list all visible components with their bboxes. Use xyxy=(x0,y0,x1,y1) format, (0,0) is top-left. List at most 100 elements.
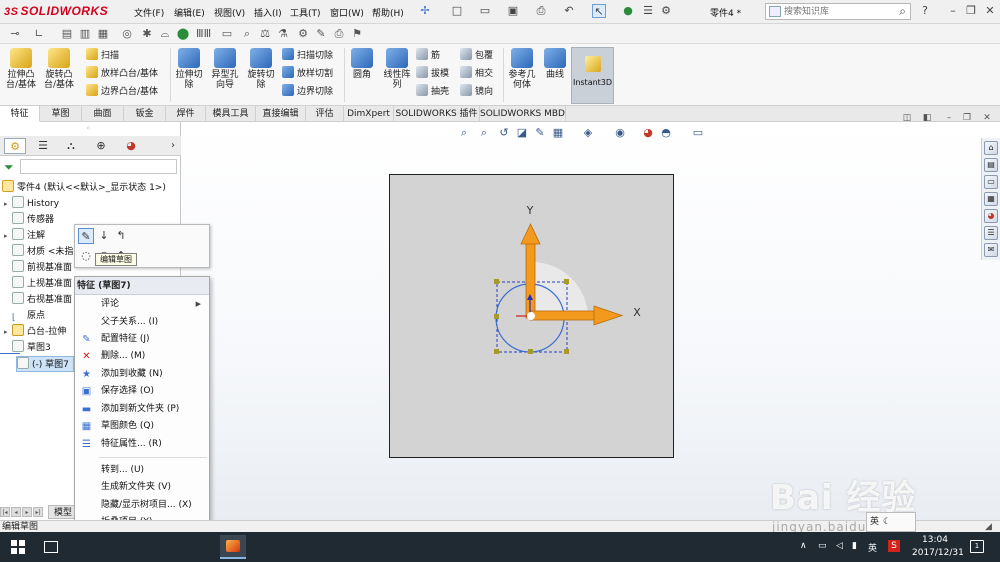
menu-tools[interactable]: 工具(T) xyxy=(290,6,321,19)
tab-weldments[interactable]: 焊件 xyxy=(166,106,206,122)
viewport-close-icon[interactable]: ✕ xyxy=(980,112,994,124)
quick-tool-16-icon[interactable]: ✎ xyxy=(314,27,328,41)
battery-icon[interactable]: ▮ xyxy=(852,541,857,551)
scroll-last-icon[interactable]: ▸| xyxy=(33,507,43,517)
menu-item-save-selection[interactable]: ▣ 保存选择 (O) xyxy=(75,383,209,400)
draft-button[interactable]: 拔模 xyxy=(416,66,449,82)
tab-dimxpert[interactable]: DimXpert xyxy=(344,106,394,122)
tab-mold-tools[interactable]: 模具工具 xyxy=(206,106,256,122)
hide-eye-icon[interactable]: ◌ xyxy=(78,248,94,264)
clock-date[interactable]: 2017/12/31 xyxy=(912,548,964,558)
edit-sketch-icon[interactable]: ✎ xyxy=(78,228,94,244)
extrude-cut-button[interactable]: 拉伸切 除 xyxy=(172,48,206,90)
notification-center-icon[interactable]: 1 xyxy=(970,540,984,553)
expand-arrow-icon[interactable]: ▸ xyxy=(4,324,12,340)
revolve-cut-button[interactable]: 旋转切 除 xyxy=(244,48,278,90)
menu-view[interactable]: 视图(V) xyxy=(214,6,245,19)
handle-point[interactable] xyxy=(494,279,499,284)
instant3d-button[interactable]: Instant3D xyxy=(571,47,614,104)
revolve-boss-button[interactable]: 旋转凸 台/基体 xyxy=(42,48,76,90)
quick-tool-8-icon[interactable]: ⌓ xyxy=(158,27,172,41)
display-style-icon[interactable]: ◈ xyxy=(581,126,595,140)
tree-item-origin[interactable]: ⌊ 原点 xyxy=(4,308,45,324)
menu-item-sketch-color[interactable]: ▦ 草图颜色 (Q) xyxy=(75,418,209,435)
dimxpert-manager-tab-icon[interactable]: ⊕ xyxy=(90,138,112,154)
menu-item-add-to-new-folder[interactable]: ▬ 添加到新文件夹 (P) xyxy=(75,401,209,418)
viewport-restore-icon[interactable]: ❐ xyxy=(960,112,974,124)
sketch-canvas[interactable]: Y X xyxy=(389,174,674,458)
menu-insert[interactable]: 插入(I) xyxy=(254,6,282,19)
task-view-icon[interactable] xyxy=(44,541,58,553)
wrap-button[interactable]: 包覆 xyxy=(460,48,493,64)
boundary-cut-button[interactable]: 边界切除 xyxy=(282,84,333,100)
network-icon[interactable]: ▭ xyxy=(818,541,827,551)
quick-tool-15-icon[interactable]: ⚙ xyxy=(296,27,310,41)
tab-sketch[interactable]: 草图 xyxy=(40,106,82,122)
origin-point[interactable] xyxy=(527,312,535,320)
quick-tool-13-icon[interactable]: ⚖ xyxy=(258,27,272,41)
restore-icon[interactable]: ❐ xyxy=(964,4,978,18)
windows-start-icon[interactable] xyxy=(11,540,25,554)
ime-indicator-floating[interactable]: 英 ☾ xyxy=(866,512,916,532)
menu-item-create-new-folder[interactable]: 生成新文件夹 (V) xyxy=(75,479,209,496)
home-icon[interactable]: ⌂ xyxy=(984,141,998,155)
previous-view-icon[interactable]: ↺ xyxy=(497,126,511,140)
design-library-icon[interactable]: ▤ xyxy=(984,158,998,172)
filter-input[interactable] xyxy=(20,159,177,174)
tab-features[interactable]: 特征 xyxy=(0,106,40,122)
quick-tool-7-icon[interactable]: ✱ xyxy=(140,27,154,41)
scroll-prev-icon[interactable]: ◂ xyxy=(11,507,21,517)
solidworks-forum-icon[interactable]: ✉ xyxy=(984,243,998,257)
menu-item-delete[interactable]: ✕ 删除... (M) xyxy=(75,348,209,365)
handle-point[interactable] xyxy=(564,279,569,284)
boundary-boss-button[interactable]: 边界凸台/基体 xyxy=(86,84,158,100)
ime-language[interactable]: 英 xyxy=(868,541,877,554)
tab-evaluate[interactable]: 评估 xyxy=(306,106,344,122)
quick-tool-5-icon[interactable]: ▦ xyxy=(96,27,110,41)
tree-item-annotations[interactable]: ▸ 注解 xyxy=(4,228,45,244)
tab-solidworks-addins[interactable]: SOLIDWORKS 插件 xyxy=(394,106,480,122)
clock-time[interactable]: 13:04 xyxy=(922,535,948,545)
file-explorer-icon[interactable]: ▭ xyxy=(984,175,998,189)
sogou-ime-icon[interactable]: S xyxy=(888,540,900,552)
close-icon[interactable]: ✕ xyxy=(983,4,997,18)
tree-item-top-plane[interactable]: 上视基准面 xyxy=(4,276,72,292)
tree-root-part[interactable]: 零件4 (默认<<默认>_显示状态 1>) xyxy=(2,180,166,196)
tree-item-boss-extrude[interactable]: ▸ 凸台-拉伸 xyxy=(4,324,66,340)
help-button[interactable]: ? xyxy=(918,4,932,18)
handle-point[interactable] xyxy=(494,349,499,354)
menu-item-go-to[interactable]: 转到... (U) xyxy=(75,462,209,479)
tab-solidworks-mbd[interactable]: SOLIDWORKS MBD xyxy=(480,106,566,122)
scroll-first-icon[interactable]: |◂ xyxy=(0,507,10,517)
search-icon[interactable]: ⌕ xyxy=(899,4,906,19)
taskbar-solidworks-app[interactable] xyxy=(220,535,246,559)
quick-tool-3-icon[interactable]: ▤ xyxy=(60,27,74,41)
menu-item-feature-properties[interactable]: ☰ 特征属性... (R) xyxy=(75,436,209,453)
quick-tool-18-icon[interactable]: ⚑ xyxy=(350,27,364,41)
minimize-icon[interactable]: – xyxy=(946,4,960,18)
apply-scene-icon[interactable]: ◓ xyxy=(659,126,673,140)
menu-help[interactable]: 帮助(H) xyxy=(372,6,404,19)
menu-item-add-to-favorites[interactable]: ★ 添加到收藏 (N) xyxy=(75,366,209,383)
tree-item-right-plane[interactable]: 右视基准面 xyxy=(4,292,72,308)
pin-icon[interactable]: ✢ xyxy=(418,4,432,18)
rib-button[interactable]: 筋 xyxy=(416,48,440,64)
dynamic-annotation-icon[interactable]: ✎ xyxy=(533,126,547,140)
viewport-split-icon[interactable]: ◧ xyxy=(920,112,934,124)
display-manager-tab-icon[interactable]: ◕ xyxy=(120,138,142,154)
section-view-icon[interactable]: ◪ xyxy=(515,126,529,140)
solidworks-logo[interactable]: 3S SOLIDWORKS xyxy=(4,4,108,18)
quick-tool-11-icon[interactable]: ▭ xyxy=(220,27,234,41)
print-icon[interactable]: ⎙ xyxy=(534,4,548,18)
handle-point[interactable] xyxy=(564,349,569,354)
quick-tool-2-icon[interactable]: ∟ xyxy=(32,27,46,41)
search-knowledge-base[interactable]: ⌕ xyxy=(765,3,911,20)
custom-properties-icon[interactable]: ☰ xyxy=(984,226,998,240)
handle-point[interactable] xyxy=(528,349,533,354)
zoom-to-area-icon[interactable]: ⌕ xyxy=(477,126,491,140)
menu-window[interactable]: 窗口(W) xyxy=(330,6,364,19)
tab-sheet-metal[interactable]: 钣金 xyxy=(124,106,166,122)
volume-icon[interactable]: ◁ xyxy=(836,541,843,551)
tree-item-sketch7[interactable]: (-) 草图7 xyxy=(16,356,74,372)
quick-tool-14-icon[interactable]: ⚗ xyxy=(276,27,290,41)
